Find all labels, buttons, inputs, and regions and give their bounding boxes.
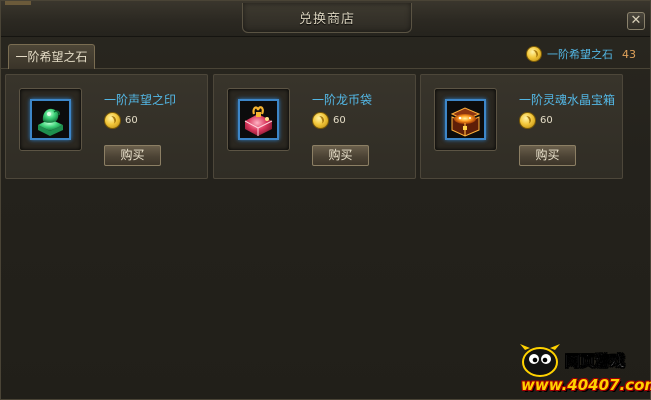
site-watermark: 网页游戏 www.40407.com — [511, 344, 651, 400]
mascot-icon — [520, 344, 560, 377]
item-slot[interactable] — [19, 88, 82, 151]
price-value: 60 — [125, 115, 138, 126]
buy-button[interactable]: 购买 — [104, 145, 161, 166]
item-list: 一阶声望之印 60 购买 一阶龙币袋 60 购买 一阶灵魂水晶宝箱 60 购买 — [5, 74, 626, 180]
currency-count: 43 — [622, 47, 636, 61]
currency-display: 一阶希望之石 43 — [526, 44, 636, 64]
treasure-chest-icon — [445, 99, 486, 140]
coin-bag-icon — [238, 99, 279, 140]
item-price: 60 — [312, 112, 346, 129]
buy-button[interactable]: 购买 — [519, 145, 576, 166]
titlebar-corner-left — [5, 1, 31, 5]
gold-coin-icon — [526, 46, 542, 62]
close-button[interactable]: ✕ — [627, 12, 645, 30]
titlebar: 兑换商店 ✕ — [1, 1, 650, 37]
buy-button[interactable]: 购买 — [312, 145, 369, 166]
item-slot[interactable] — [434, 88, 497, 151]
item-name: 一阶灵魂水晶宝箱 — [519, 93, 616, 107]
price-value: 60 — [540, 115, 553, 126]
exchange-shop-window: 兑换商店 ✕ 一阶希望之石 一阶希望之石 43 一阶声望之印 60 购买 一阶龙… — [0, 0, 651, 400]
close-icon: ✕ — [630, 13, 642, 28]
item-slot[interactable] — [227, 88, 290, 151]
currency-name: 一阶希望之石 — [547, 48, 613, 61]
item-card: 一阶龙币袋 60 购买 — [213, 74, 416, 179]
window-title: 兑换商店 — [298, 12, 355, 27]
item-price: 60 — [519, 112, 553, 129]
item-name: 一阶龙币袋 — [312, 93, 373, 107]
gold-coin-icon — [104, 112, 121, 129]
gold-coin-icon — [312, 112, 329, 129]
item-name: 一阶声望之印 — [104, 93, 177, 107]
gold-coin-icon — [519, 112, 536, 129]
jade-seal-icon — [30, 99, 71, 140]
tab-hope-stone[interactable]: 一阶希望之石 — [8, 44, 95, 69]
watermark-url: www.40407.com — [521, 376, 651, 394]
watermark-title: 网页游戏 — [565, 352, 626, 371]
item-price: 60 — [104, 112, 138, 129]
item-card: 一阶灵魂水晶宝箱 60 购买 — [420, 74, 623, 179]
price-value: 60 — [333, 115, 346, 126]
item-card: 一阶声望之印 60 购买 — [5, 74, 208, 179]
